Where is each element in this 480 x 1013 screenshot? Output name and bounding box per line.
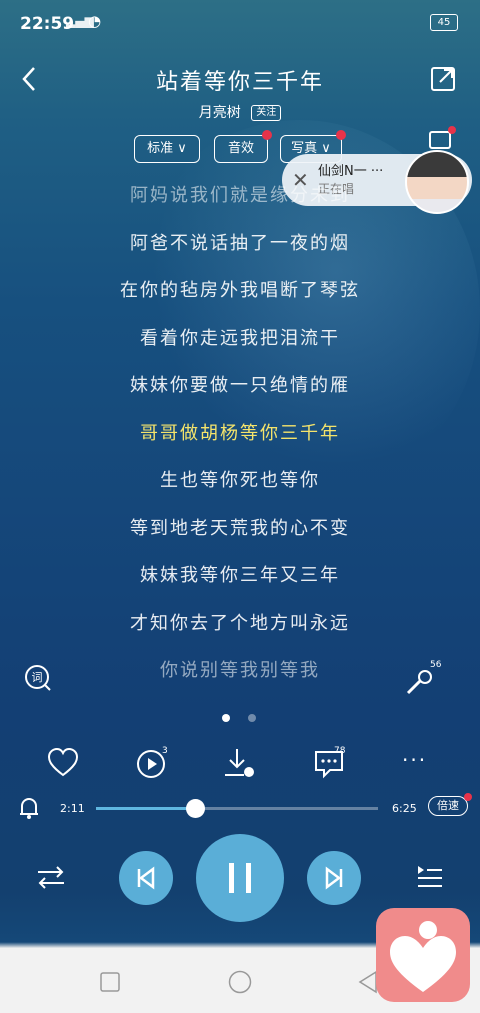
speed-button[interactable]: 倍速 — [428, 793, 472, 816]
playlist-icon[interactable] — [416, 864, 444, 890]
lyric-line: 妹妹我等你三年又三年 — [140, 565, 340, 586]
next-button[interactable] — [307, 851, 361, 905]
shuffle-icon[interactable] — [36, 864, 66, 890]
wifi-icon: ◔ — [88, 12, 102, 30]
playback-progress: 2:11 6:25 倍速 — [0, 792, 480, 826]
progress-knob[interactable] — [185, 799, 205, 818]
share-icon[interactable] — [430, 66, 456, 92]
mini-player-icon[interactable] — [428, 126, 456, 152]
previous-icon — [137, 866, 155, 890]
back-nav-icon[interactable] — [358, 970, 378, 994]
status-bar: 22:59 ▂▄▆ ◔ 45 — [0, 0, 480, 46]
heart-icon[interactable] — [46, 746, 80, 780]
notification-dot — [336, 130, 346, 140]
follow-button[interactable]: 关注 — [251, 105, 282, 121]
action-bar: 3 78 ··· — [0, 746, 480, 788]
more-icon[interactable]: ··· — [402, 748, 427, 772]
song-title: 站着等你三千年 — [155, 70, 324, 95]
page-indicator — [0, 714, 480, 724]
pause-button[interactable] — [196, 834, 284, 922]
home-icon[interactable] — [228, 970, 252, 994]
pause-icon — [229, 863, 251, 893]
recent-apps-icon[interactable] — [100, 972, 120, 992]
download-icon[interactable] — [222, 746, 256, 780]
progress-fill — [96, 807, 195, 810]
sound-effect-chip-label: 音效 — [227, 141, 254, 156]
microphone-icon[interactable] — [404, 668, 434, 696]
lyrics-list[interactable]: 阿妈说我们就是缘分未到 阿爸不说话抽了一夜的烟 在你的毡房外我唱断了琴弦 看着你… — [0, 178, 480, 701]
bell-icon[interactable] — [18, 796, 40, 820]
page-dot-active — [222, 714, 230, 722]
lyric-line-active: 哥哥做胡杨等你三千年 — [140, 422, 340, 444]
mic-count-badge: 56 — [430, 660, 442, 670]
speed-label: 倍速 — [437, 799, 459, 812]
lyric-line: 才知你去了个地方叫永远 — [130, 612, 350, 634]
lyric-line: 妹妹你要做一只绝情的雁 — [130, 375, 350, 396]
lyrics-icon[interactable]: 词 — [24, 664, 52, 692]
sound-effect-chip[interactable]: 音效 — [214, 130, 272, 163]
lyric-line: 阿爸不说话抽了一夜的烟 — [130, 232, 350, 254]
lyric-tools-row: 词 56 — [0, 660, 480, 700]
notification-dot — [262, 130, 272, 140]
popup-user-name: 仙剑N一 ··· — [318, 164, 384, 179]
quality-chip-label: 标准 — [147, 141, 174, 156]
lyric-line: 生也等你死也等你 — [160, 470, 320, 491]
floating-heart-widget[interactable] — [376, 908, 470, 1002]
current-time: 2:11 — [60, 802, 85, 815]
lyric-line: 阿妈说我们就是缘分未到 — [130, 185, 350, 206]
progress-slider[interactable] — [96, 799, 378, 818]
lyric-line: 在你的毡房外我唱断了琴弦 — [120, 280, 360, 301]
page-dot — [248, 714, 256, 722]
notification-dot — [448, 126, 456, 134]
lyric-line: 等到地老天荒我的心不变 — [130, 517, 350, 539]
artist-row: 月亮树 关注 — [0, 102, 480, 122]
quality-chip[interactable]: 标准 ∨ — [134, 135, 200, 163]
notification-dot — [464, 793, 472, 801]
next-icon — [325, 866, 343, 890]
battery-icon: 45 — [430, 14, 458, 31]
comment-count-badge: 78 — [334, 746, 346, 756]
heart-person-icon — [390, 921, 456, 992]
share-count-badge: 3 — [162, 746, 168, 756]
lyric-line: 看着你走远我把泪流干 — [140, 327, 340, 349]
svg-text:词: 词 — [32, 671, 43, 684]
player-header: 站着等你三千年 月亮树 关注 — [0, 56, 480, 126]
artist-name[interactable]: 月亮树 — [199, 105, 241, 121]
previous-button[interactable] — [119, 851, 173, 905]
total-time: 6:25 — [392, 802, 417, 815]
